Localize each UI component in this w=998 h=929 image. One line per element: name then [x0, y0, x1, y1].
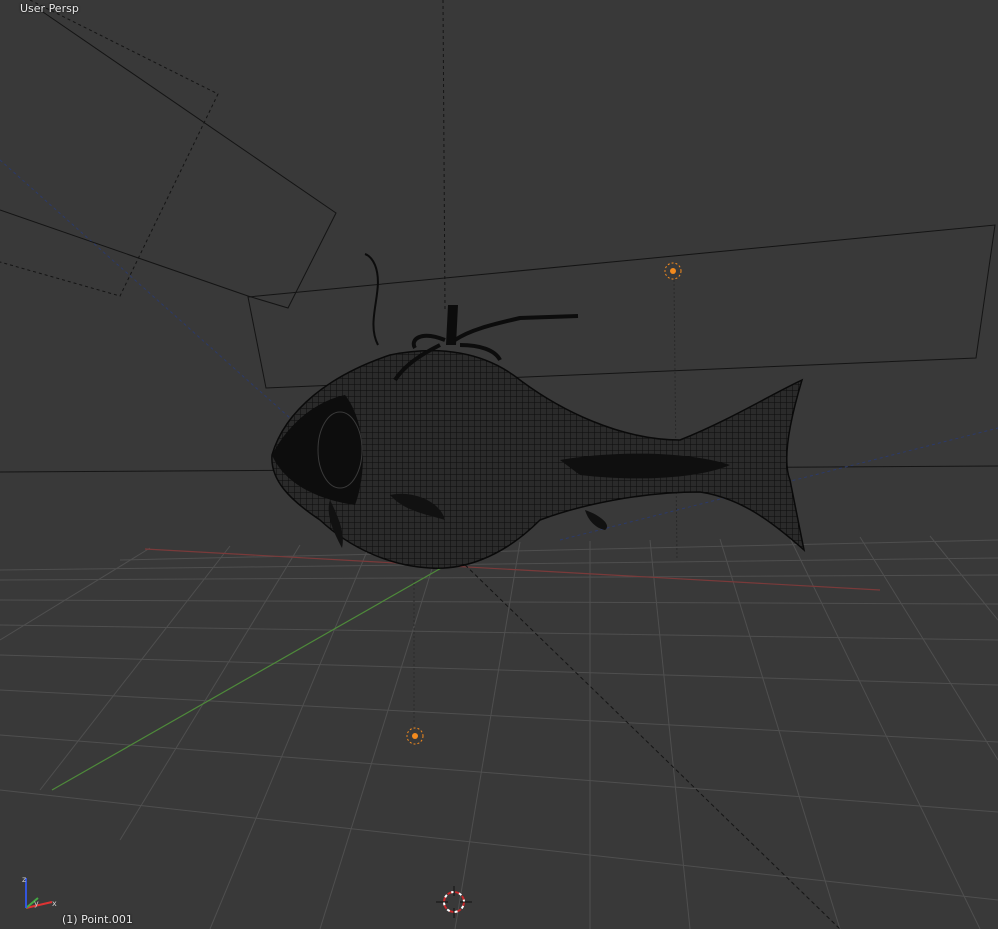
scene-canvas[interactable]: z y x	[0, 0, 998, 929]
vertical-guide	[442, 0, 446, 311]
plane-object[interactable]	[247, 224, 996, 389]
svg-text:z: z	[22, 875, 26, 884]
svg-text:y: y	[34, 899, 39, 908]
camera-object[interactable]	[0, 0, 337, 309]
xyz-axis-icon: z y x	[22, 875, 57, 909]
floor-grid	[0, 535, 998, 929]
camera-guide-line	[0, 159, 291, 419]
y-axis-line	[51, 562, 451, 791]
lamp-icon[interactable]	[664, 262, 682, 561]
3d-viewport[interactable]: z y x User Persp (1) Point.001	[0, 0, 998, 929]
fish-mesh-object[interactable]	[271, 253, 806, 569]
3d-cursor-icon[interactable]	[436, 886, 472, 918]
view-name-label: User Persp	[20, 2, 79, 15]
svg-text:x: x	[52, 899, 57, 908]
active-object-label: (1) Point.001	[62, 913, 133, 926]
